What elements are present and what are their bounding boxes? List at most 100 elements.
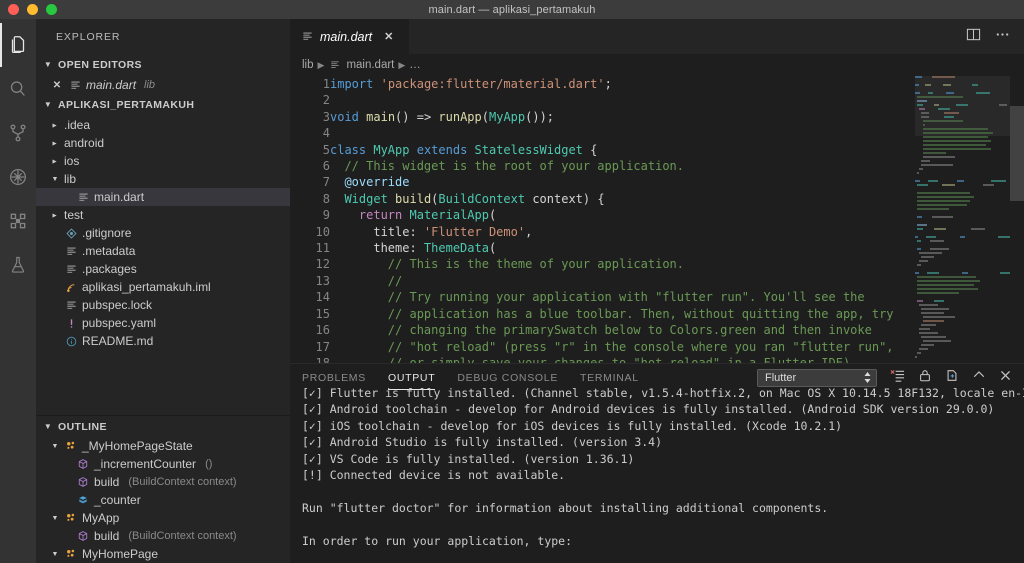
line-content[interactable]: // This widget is the root of your appli…	[330, 158, 1024, 174]
open-editor-item[interactable]: ✕ main.dart lib	[36, 76, 290, 94]
line-content[interactable]: return MaterialApp(	[330, 207, 1024, 223]
tree-item-label: .packages	[82, 262, 137, 276]
outline-item[interactable]: ▼_counter	[36, 491, 290, 509]
tree-item-gitignore[interactable]: ▼.gitignore	[36, 224, 290, 242]
more-actions-icon[interactable]	[995, 27, 1010, 47]
editor-group: main.dart ✕ li	[290, 19, 1024, 563]
line-content[interactable]: import 'package:flutter/material.dart';	[330, 76, 1024, 92]
outline-item[interactable]: ▼_MyHomePageState	[36, 437, 290, 455]
token: ,	[525, 225, 532, 239]
section-project-root[interactable]: ▼ APLIKASI_PERTAMAKUH	[36, 94, 290, 116]
activity-extensions[interactable]	[0, 199, 36, 243]
project-root-label: APLIKASI_PERTAMAKUH	[58, 99, 194, 111]
editor-scrollbar[interactable]	[1010, 76, 1024, 363]
title-bar: main.dart — aplikasi_pertamakuh	[0, 0, 1024, 19]
method-icon	[76, 530, 90, 542]
line-content[interactable]: // application has a blue toolbar. Then,…	[330, 306, 1024, 322]
breadcrumb-file[interactable]: main.dart	[346, 59, 394, 71]
outline-item[interactable]: ▼build(BuildContext context)	[36, 527, 290, 545]
chevron-down-icon: ▼	[42, 423, 54, 431]
tree-item-pubspec-lock[interactable]: ▼pubspec.lock	[36, 296, 290, 314]
section-outline[interactable]: ▼ OUTLINE	[36, 415, 290, 437]
chevron-right-icon[interactable]: ▼	[52, 156, 59, 166]
section-open-editors[interactable]: ▼ OPEN EDITORS	[36, 54, 290, 76]
extensions-icon	[8, 211, 28, 231]
chevron-down-icon[interactable]: ▼	[50, 443, 60, 450]
outline-item[interactable]: ▼_incrementCounter()	[36, 455, 290, 473]
tree-item-readme-md[interactable]: ▼README.md	[36, 332, 290, 350]
line-number: 10	[290, 224, 330, 240]
breadcrumb-folder[interactable]: lib	[302, 59, 314, 71]
chevron-down-icon[interactable]: ▼	[50, 551, 60, 558]
code-line: 13 //	[290, 273, 1024, 289]
chevron-down-icon[interactable]: ▼	[50, 176, 60, 183]
tree-item-packages[interactable]: ▼.packages	[36, 260, 290, 278]
line-content[interactable]: @override	[330, 174, 1024, 190]
split-editor-icon[interactable]	[966, 27, 981, 47]
activity-source-control[interactable]	[0, 111, 36, 155]
code-editor[interactable]: 1import 'package:flutter/material.dart';…	[290, 76, 1024, 363]
token: // This is the theme of your application…	[330, 257, 684, 271]
output-view[interactable]: [✓] Flutter is fully installed. (Channel…	[290, 383, 1024, 563]
line-number: 13	[290, 273, 330, 289]
code-line: 18 // or simply save your changes to "ho…	[290, 355, 1024, 363]
tree-item-pubspec-yaml[interactable]: ▼pubspec.yaml	[36, 314, 290, 332]
code-line: 3void main() => runApp(MyApp());	[290, 109, 1024, 125]
activity-testing[interactable]	[0, 243, 36, 287]
line-number: 16	[290, 322, 330, 338]
activity-search[interactable]	[0, 67, 36, 111]
line-number: 7	[290, 174, 330, 190]
line-content[interactable]: // or simply save your changes to "hot r…	[330, 355, 1024, 363]
close-icon[interactable]: ✕	[50, 80, 64, 91]
line-content[interactable]: title: 'Flutter Demo',	[330, 224, 1024, 240]
editor-actions	[966, 19, 1024, 54]
outline-item-detail: (BuildContext context)	[128, 530, 236, 542]
tree-item-android[interactable]: ▼android	[36, 134, 290, 152]
tree-item-aplikasi-pertamakuh-iml[interactable]: ▼aplikasi_pertamakuh.iml	[36, 278, 290, 296]
outline-item[interactable]: ▼MyHomePage	[36, 545, 290, 563]
line-content[interactable]: // Try running your application with "fl…	[330, 289, 1024, 305]
activity-explorer[interactable]	[0, 23, 36, 67]
line-content[interactable]: // "hot reload" (press "r" in the consol…	[330, 339, 1024, 355]
files-icon	[7, 34, 29, 56]
outline-item-detail: (BuildContext context)	[128, 476, 236, 488]
yaml-icon	[64, 318, 78, 329]
line-content[interactable]: //	[330, 273, 1024, 289]
chevron-right-icon[interactable]: ▼	[52, 120, 59, 130]
outline-item-label: build	[94, 475, 119, 489]
dart-file-icon	[76, 192, 90, 203]
line-content[interactable]	[330, 125, 1024, 141]
chevron-right-icon[interactable]: ▼	[52, 138, 59, 148]
line-content[interactable]: Widget build(BuildContext context) {	[330, 191, 1024, 207]
outline-item[interactable]: ▼MyApp	[36, 509, 290, 527]
line-content[interactable]: // changing the primarySwatch below to C…	[330, 322, 1024, 338]
class-icon	[64, 440, 78, 452]
chevron-right-icon: ▶	[398, 60, 405, 71]
tree-item-test[interactable]: ▼ test	[36, 206, 290, 224]
outline-item[interactable]: ▼build(BuildContext context)	[36, 473, 290, 491]
line-content[interactable]: // This is the theme of your application…	[330, 256, 1024, 272]
line-number: 3	[290, 109, 330, 125]
token: MyApp	[489, 110, 525, 124]
line-content[interactable]	[330, 92, 1024, 108]
line-content[interactable]: void main() => runApp(MyApp());	[330, 109, 1024, 125]
flask-icon	[8, 255, 28, 275]
outline-item-label: build	[94, 529, 119, 543]
tree-item-idea[interactable]: ▼.idea	[36, 116, 290, 134]
document-icon	[64, 246, 78, 257]
activity-run-and-debug[interactable]	[0, 155, 36, 199]
close-icon[interactable]: ✕	[384, 30, 393, 43]
token: return	[359, 208, 402, 222]
tab-main-dart[interactable]: main.dart ✕	[290, 19, 410, 54]
tree-item-metadata[interactable]: ▼.metadata	[36, 242, 290, 260]
line-content[interactable]: theme: ThemeData(	[330, 240, 1024, 256]
chevron-down-icon[interactable]: ▼	[50, 515, 60, 522]
tree-item-lib[interactable]: ▼lib	[36, 170, 290, 188]
tree-item-label: test	[64, 208, 83, 222]
line-content[interactable]: class MyApp extends StatelessWidget {	[330, 142, 1024, 158]
breadcrumb-symbol[interactable]: …	[409, 59, 421, 71]
tree-item-main-dart[interactable]: ▼main.dart	[36, 188, 290, 206]
chevron-right-icon[interactable]: ▼	[52, 210, 59, 220]
tree-item-ios[interactable]: ▼ios	[36, 152, 290, 170]
scrollbar-thumb[interactable]	[1010, 106, 1024, 201]
